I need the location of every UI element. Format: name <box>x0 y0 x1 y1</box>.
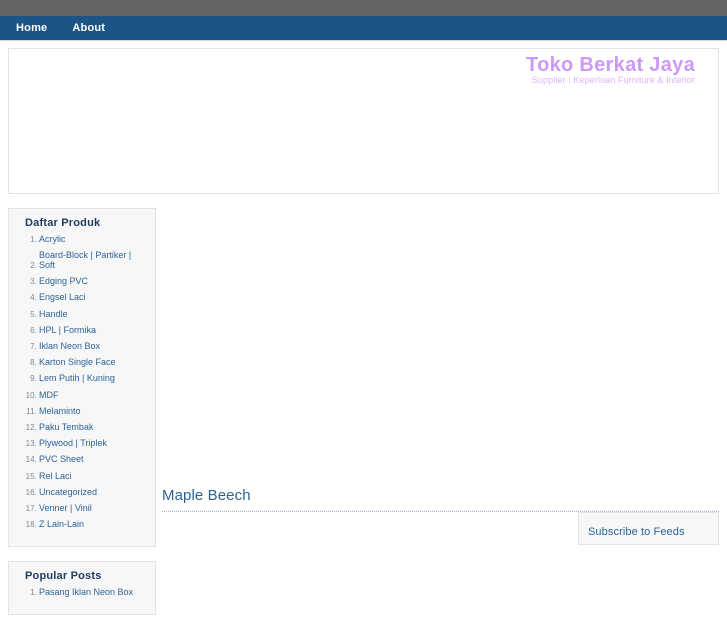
sidebar-link-uncategorized[interactable]: Uncategorized <box>39 487 97 498</box>
sidebar-link-plywood-triplek[interactable]: Plywood | Triplek <box>39 438 107 449</box>
list-item: Engsel Laci <box>39 293 147 303</box>
sidebar-link-rel-laci[interactable]: Rel Laci <box>39 471 72 482</box>
widget-daftar-produk: Daftar Produk Acrylic Board-Block | Part… <box>8 208 156 548</box>
list-item: Rel Laci <box>39 471 147 482</box>
list-item: Edging PVC <box>39 276 147 287</box>
list-item: Pasang Iklan Neon Box <box>39 587 147 598</box>
sidebar-link-z-lain-lain[interactable]: Z Lain-Lain <box>39 519 84 530</box>
popular-posts-list: Pasang Iklan Neon Box <box>9 587 155 598</box>
list-item: Melaminto <box>39 406 147 417</box>
list-item: Z Lain-Lain <box>39 519 147 530</box>
product-category-list: Acrylic Board-Block | Partiker | Soft Ed… <box>9 234 155 530</box>
list-item: Iklan Neon Box <box>39 341 147 352</box>
widget-title-popular-posts: Popular Posts <box>25 570 102 583</box>
list-item: Karton Single Face <box>39 357 147 368</box>
list-item: Paku Tembak <box>39 422 147 433</box>
subscribe-panel: Subscribe to Feeds <box>578 512 719 545</box>
top-gray-strip <box>0 0 727 16</box>
list-item: HPL | Formika <box>39 325 147 336</box>
sidebar-link-hpl-formika[interactable]: HPL | Formika <box>39 325 96 336</box>
header-banner: Toko Berkat Jaya Supplier : Keperluan Fu… <box>8 48 719 194</box>
list-item: Acrylic <box>39 234 147 245</box>
sidebar-link-mdf[interactable]: MDF <box>39 390 59 401</box>
sidebar-link-handle[interactable]: Handle <box>39 309 68 320</box>
sidebar-link-pvc-sheet[interactable]: PVC Sheet <box>39 454 84 465</box>
nav-item-home[interactable]: Home <box>7 16 56 40</box>
list-item: MDF <box>39 390 147 401</box>
list-item: Venner | Vinil <box>39 503 147 514</box>
list-item: Uncategorized <box>39 487 147 498</box>
widget-popular-posts: Popular Posts Pasang Iklan Neon Box <box>8 561 156 616</box>
nav-list: Home About <box>0 16 727 40</box>
site-tagline: Supplier : Keperluan Furniture & Interio… <box>531 75 695 85</box>
list-item: Board-Block | Partiker | Soft <box>39 250 147 271</box>
widget-title-daftar-produk: Daftar Produk <box>25 217 101 229</box>
sidebar-link-paku-tembak[interactable]: Paku Tembak <box>39 422 93 433</box>
sidebar-link-acrylic[interactable]: Acrylic <box>39 234 66 245</box>
sidebar-link-lem-putih-kuning[interactable]: Lem Putih | Kuning <box>39 373 115 384</box>
sidebar-link-melaminto[interactable]: Melaminto <box>39 406 81 417</box>
sidebar: Daftar Produk Acrylic Board-Block | Part… <box>8 208 156 629</box>
sidebar-link-iklan-neon-box[interactable]: Iklan Neon Box <box>39 341 100 352</box>
sidebar-link-karton-single-face[interactable]: Karton Single Face <box>39 357 116 368</box>
nav-item-about[interactable]: About <box>63 16 114 40</box>
sidebar-link-engsel-laci[interactable]: Engsel Laci <box>39 293 86 303</box>
subscribe-to-feeds-link[interactable]: Subscribe to Feeds <box>579 513 718 538</box>
list-item: Handle <box>39 309 147 320</box>
sidebar-link-venner-vinil[interactable]: Venner | Vinil <box>39 503 92 514</box>
page-title[interactable]: Maple Beech <box>162 487 251 504</box>
popular-post-link-pasang-iklan-neon-box[interactable]: Pasang Iklan Neon Box <box>39 587 133 598</box>
list-item: PVC Sheet <box>39 454 147 465</box>
list-item: Lem Putih | Kuning <box>39 373 147 384</box>
site-title[interactable]: Toko Berkat Jaya <box>526 54 695 77</box>
sidebar-link-edging-pvc[interactable]: Edging PVC <box>39 276 88 287</box>
list-item: Plywood | Triplek <box>39 438 147 449</box>
primary-navbar: Home About <box>0 16 727 41</box>
sidebar-link-board-block[interactable]: Board-Block | Partiker | Soft <box>39 250 147 271</box>
